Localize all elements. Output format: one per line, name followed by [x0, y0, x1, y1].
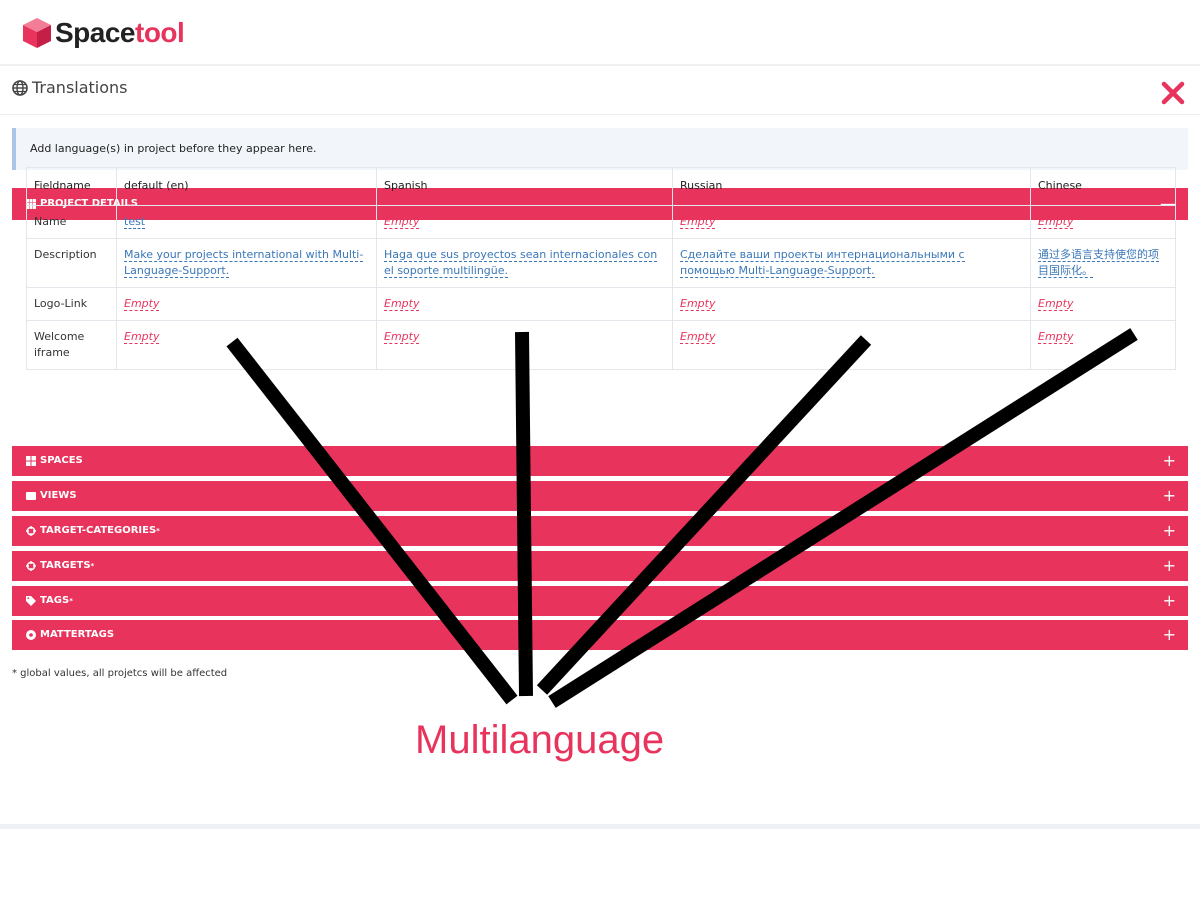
table-row: Logo-Link Empty Empty Empty Empty	[26, 287, 1176, 321]
table-cell: Empty	[1030, 320, 1176, 370]
cube-logo-icon	[23, 18, 51, 48]
section-label-text: SPACES	[40, 455, 83, 466]
section-label: TARGETS *	[26, 551, 94, 581]
editable-value[interactable]: Empty	[680, 297, 716, 311]
table-cell: Empty	[1030, 287, 1176, 321]
global-asterisk: *	[69, 597, 73, 605]
table-cell: Empty	[672, 320, 1031, 370]
editable-value[interactable]: Empty	[1038, 330, 1074, 344]
expand-toggle[interactable]: +	[1163, 446, 1176, 476]
translations-table: Fieldname default (en) Spanish Russian C…	[26, 167, 1176, 370]
section-label-text: TARGET-CATEGORIES	[40, 525, 157, 536]
section-label-text: TARGETS	[40, 560, 91, 571]
section-mattertags[interactable]: MATTERTAGS +	[12, 620, 1188, 650]
editable-value[interactable]: Empty	[124, 297, 160, 311]
brand-name-part2: tool	[135, 17, 185, 48]
section-label: VIEWS	[26, 481, 77, 511]
table-cell: Empty	[376, 287, 673, 321]
editable-value[interactable]: test	[124, 215, 146, 229]
table-cell: 通过多语言支持使您的项目国际化。	[1030, 238, 1176, 288]
column-header: Spanish	[376, 167, 673, 206]
editable-value[interactable]: Empty	[384, 297, 420, 311]
column-header: Fieldname	[26, 167, 117, 206]
global-values-footnote: * global values, all projetcs will be af…	[12, 668, 228, 679]
crosshair-icon	[26, 526, 36, 536]
tags-icon	[26, 596, 36, 606]
table-row: Welcome iframe Empty Empty Empty Empty	[26, 320, 1176, 370]
panel-title-text: Translations	[32, 78, 128, 97]
section-label: TARGET-CATEGORIES *	[26, 516, 160, 546]
table-cell: test	[116, 205, 377, 239]
expand-toggle[interactable]: +	[1163, 620, 1176, 650]
editable-value[interactable]: Empty	[680, 330, 716, 344]
table-cell: Сделайте ваши проекты интернациональными…	[672, 238, 1031, 288]
brand-name-part1: Space	[55, 17, 136, 48]
section-label: TAGS *	[26, 586, 73, 616]
expand-toggle[interactable]: +	[1163, 586, 1176, 616]
section-label: SPACES	[26, 446, 83, 476]
table-header-row: Fieldname default (en) Spanish Russian C…	[26, 167, 1176, 206]
table-cell: Empty	[116, 287, 377, 321]
field-name: Name	[26, 205, 117, 239]
table-cell: Empty	[672, 287, 1031, 321]
editable-value[interactable]: Empty	[680, 215, 716, 229]
section-target-categories[interactable]: TARGET-CATEGORIES * +	[12, 516, 1188, 546]
section-views[interactable]: VIEWS +	[12, 481, 1188, 511]
column-header: Chinese	[1030, 167, 1176, 206]
globe-icon	[12, 79, 28, 96]
table-cell: Haga que sus proyectos sean internaciona…	[376, 238, 673, 288]
table-cell: Empty	[376, 320, 673, 370]
table-row: Name test Empty Empty Empty	[26, 205, 1176, 239]
editable-value[interactable]: 通过多语言支持使您的项目国际化。	[1038, 248, 1159, 278]
dot-circle-icon	[26, 630, 36, 640]
multilanguage-caption: Multilanguage	[415, 718, 665, 762]
grid-icon	[26, 456, 36, 466]
panel-header: Translations	[0, 66, 1200, 115]
crosshair-icon	[26, 561, 36, 571]
editable-value[interactable]: Сделайте ваши проекты интернациональными…	[680, 248, 965, 278]
global-asterisk: *	[90, 562, 95, 570]
section-spaces[interactable]: SPACES +	[12, 446, 1188, 476]
editable-value[interactable]: Empty	[124, 330, 160, 344]
field-name: Logo-Link	[26, 287, 117, 321]
field-name: Welcome iframe	[26, 320, 117, 370]
global-asterisk: *	[156, 527, 160, 535]
square-icon	[26, 492, 36, 500]
table-cell: Empty	[672, 205, 1031, 239]
section-label: MATTERTAGS	[26, 620, 114, 650]
column-header: default (en)	[116, 167, 377, 206]
editable-value[interactable]: Empty	[1038, 297, 1074, 311]
info-notice: Add language(s) in project before they a…	[12, 128, 1188, 170]
table-cell: Empty	[116, 320, 377, 370]
editable-value[interactable]: Make your projects international with Mu…	[124, 248, 364, 278]
panel-title: Translations	[12, 78, 128, 97]
section-label-text: TAGS	[40, 595, 70, 606]
spacetool-logo[interactable]: Spacetool	[22, 16, 185, 50]
column-header: Russian	[672, 167, 1031, 206]
table-row: Description Make your projects internati…	[26, 238, 1176, 288]
editable-value[interactable]: Empty	[1038, 215, 1074, 229]
section-targets[interactable]: TARGETS * +	[12, 551, 1188, 581]
section-tags[interactable]: TAGS * +	[12, 586, 1188, 616]
close-icon[interactable]	[1158, 78, 1188, 108]
expand-toggle[interactable]: +	[1163, 516, 1176, 546]
editable-value[interactable]: Haga que sus proyectos sean internaciona…	[384, 248, 658, 278]
section-label-text: VIEWS	[40, 490, 77, 501]
table-cell: Empty	[376, 205, 673, 239]
editable-value[interactable]: Empty	[384, 215, 420, 229]
expand-toggle[interactable]: +	[1163, 481, 1176, 511]
section-label-text: MATTERTAGS	[40, 629, 115, 640]
field-name: Description	[26, 238, 117, 288]
editable-value[interactable]: Empty	[384, 330, 420, 344]
table-cell: Make your projects international with Mu…	[116, 238, 377, 288]
table-cell: Empty	[1030, 205, 1176, 239]
top-bar: Spacetool	[0, 0, 1200, 67]
expand-toggle[interactable]: +	[1163, 551, 1176, 581]
brand-name: Spacetool	[55, 17, 185, 49]
